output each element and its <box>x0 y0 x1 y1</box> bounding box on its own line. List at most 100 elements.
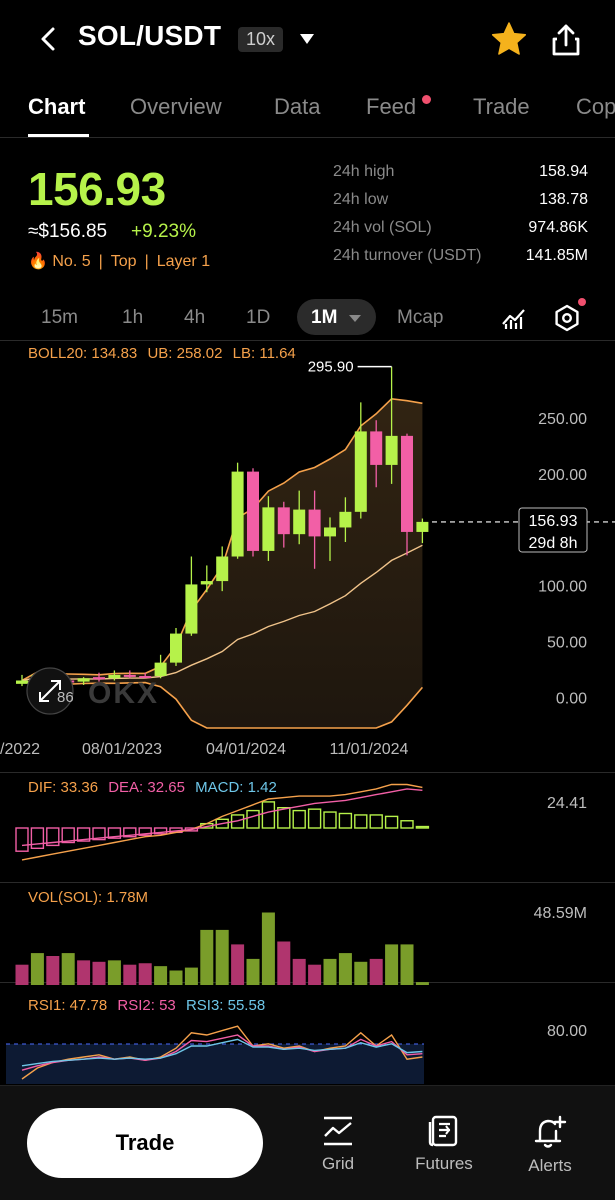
macd-y-tick: 24.41 <box>547 795 587 812</box>
interval-1d[interactable]: 1D <box>246 307 270 329</box>
macd-bar <box>292 809 306 829</box>
leverage-badge[interactable]: 10x <box>238 27 284 52</box>
grid-bot-icon[interactable] <box>321 1114 355 1148</box>
volume-bar <box>154 966 168 985</box>
last-price-value: 156.93 <box>529 513 578 530</box>
interval-15m[interactable]: 15m <box>41 307 78 329</box>
boll-ub-label: UB: 258.02 <box>147 345 222 362</box>
macd-bar <box>261 801 276 829</box>
price-tick-label: 250.00 <box>538 411 587 428</box>
tab-chart[interactable]: Chart <box>28 94 85 120</box>
fullscreen-button[interactable]: 86 <box>26 667 74 715</box>
time-tick-label: 04/01/2024 <box>206 741 286 758</box>
max-price-label: 295.90 <box>308 359 354 376</box>
min-price-label: 86 <box>57 689 74 706</box>
futures-label: Futures <box>415 1154 473 1173</box>
candle-body <box>385 435 398 465</box>
last-price: 156.93 <box>28 163 166 215</box>
price-axis: 250.00200.00150.00100.0050.000.00 <box>538 411 587 707</box>
stat-label: 24h high <box>333 163 395 180</box>
alerts-label: Alerts <box>528 1156 572 1175</box>
candle-body <box>170 633 182 663</box>
volume-bar <box>415 982 429 985</box>
candle-body <box>293 509 306 535</box>
interval-4h[interactable]: 4h <box>184 307 205 329</box>
time-tick-label: 08/01/2023 <box>82 741 162 758</box>
volume-bar <box>46 956 60 985</box>
boll-legend: BOLL20: 134.83 UB: 258.02 LB: 11.64 <box>28 345 296 362</box>
active-tab-indicator <box>28 134 89 137</box>
tag-layer1[interactable]: Layer 1 <box>157 253 210 270</box>
share-icon[interactable] <box>548 22 584 58</box>
volume-bar <box>138 963 152 985</box>
macd-bar <box>15 827 29 852</box>
stat-label: 24h low <box>333 191 389 208</box>
chart-area[interactable]: BOLL20: 134.83 UB: 258.02 LB: 11.64 250.… <box>0 340 615 1085</box>
stat-label: 24h vol (SOL) <box>333 219 432 236</box>
vol-y-tick: 48.59M <box>534 905 587 922</box>
rsi-legend: RSI1: 47.78 RSI2: 53 RSI3: 55.58 <box>28 997 265 1014</box>
tab-copy[interactable]: Cop <box>576 94 615 120</box>
vol-legend: VOL(SOL): 1.78M <box>28 889 148 906</box>
tab-overview[interactable]: Overview <box>130 94 222 120</box>
ranking-tags: 🔥 No. 5 | Top | Layer 1 <box>28 253 211 270</box>
bottom-action-bar: Trade Grid Futures Alerts <box>0 1085 615 1200</box>
chart-settings-icon[interactable] <box>552 303 582 333</box>
interval-1m-label[interactable]: 1M <box>311 307 337 329</box>
fire-icon: 🔥 <box>28 253 48 270</box>
pair-title[interactable]: SOL/USDT <box>78 20 221 52</box>
back-arrow-icon[interactable] <box>34 24 64 54</box>
macd-bar <box>384 815 399 829</box>
rank-label[interactable]: No. 5 <box>52 253 90 270</box>
candle-body <box>185 584 198 634</box>
boll-mid-label: BOLL20: 134.83 <box>28 345 137 362</box>
futures-button[interactable]: Futures <box>399 1114 489 1174</box>
dea-label: DEA: 32.65 <box>108 779 185 796</box>
tag-top[interactable]: Top <box>111 253 137 270</box>
caret-down-icon[interactable] <box>298 31 316 47</box>
macd-bar <box>369 814 383 829</box>
volume-bar <box>30 953 44 985</box>
star-icon[interactable] <box>490 20 528 58</box>
trade-button[interactable]: Trade <box>27 1108 263 1178</box>
mcap-toggle[interactable]: Mcap <box>397 307 443 329</box>
price-tick-label: 200.00 <box>538 467 587 484</box>
bell-plus-icon[interactable] <box>532 1114 568 1150</box>
candle-body <box>16 680 28 684</box>
stat-row: 24h vol (SOL) 974.86K <box>333 216 588 244</box>
interval-bar: 15m 1h 4h 1D 1M Mcap <box>0 298 615 338</box>
volume-bar <box>184 967 198 985</box>
candle-body <box>370 431 383 465</box>
price-tick-label: 50.00 <box>547 634 587 651</box>
caret-down-icon[interactable] <box>348 313 362 323</box>
alerts-button[interactable]: Alerts <box>505 1114 595 1176</box>
indicator-chart-icon[interactable] <box>500 304 528 332</box>
interval-1h[interactable]: 1h <box>122 307 143 329</box>
futures-icon[interactable] <box>427 1114 461 1148</box>
grid-button[interactable]: Grid <box>293 1114 383 1174</box>
volume-bar <box>61 953 75 985</box>
volume-bar <box>308 964 322 985</box>
tab-trade[interactable]: Trade <box>473 94 530 120</box>
candle-body <box>262 507 275 551</box>
price-change: +9.23% <box>131 221 196 242</box>
chart-top-divider <box>0 340 615 341</box>
candle-body <box>324 527 336 537</box>
stat-row: 24h low 138.78 <box>333 188 588 216</box>
macd-bar <box>323 811 337 829</box>
price-chart[interactable]: BOLL20: 134.83 UB: 258.02 LB: 11.64 250.… <box>0 340 615 1085</box>
feed-notification-dot <box>422 95 431 104</box>
candle-body <box>200 581 213 585</box>
volume-bar <box>215 929 229 985</box>
settings-notification-dot <box>578 298 586 306</box>
macd-histogram <box>15 801 430 852</box>
tab-data[interactable]: Data <box>274 94 320 120</box>
rsi2-label: RSI2: 53 <box>117 997 175 1014</box>
tab-feed[interactable]: Feed <box>366 94 416 120</box>
volume-bar <box>92 961 106 985</box>
rsi-divider <box>0 982 615 983</box>
rsi-band-fill <box>6 1044 424 1084</box>
volume-bar <box>231 944 245 985</box>
stats-panel: 24h high 158.94 24h low 138.78 24h vol (… <box>333 160 588 272</box>
rsi1-label: RSI1: 47.78 <box>28 997 107 1014</box>
